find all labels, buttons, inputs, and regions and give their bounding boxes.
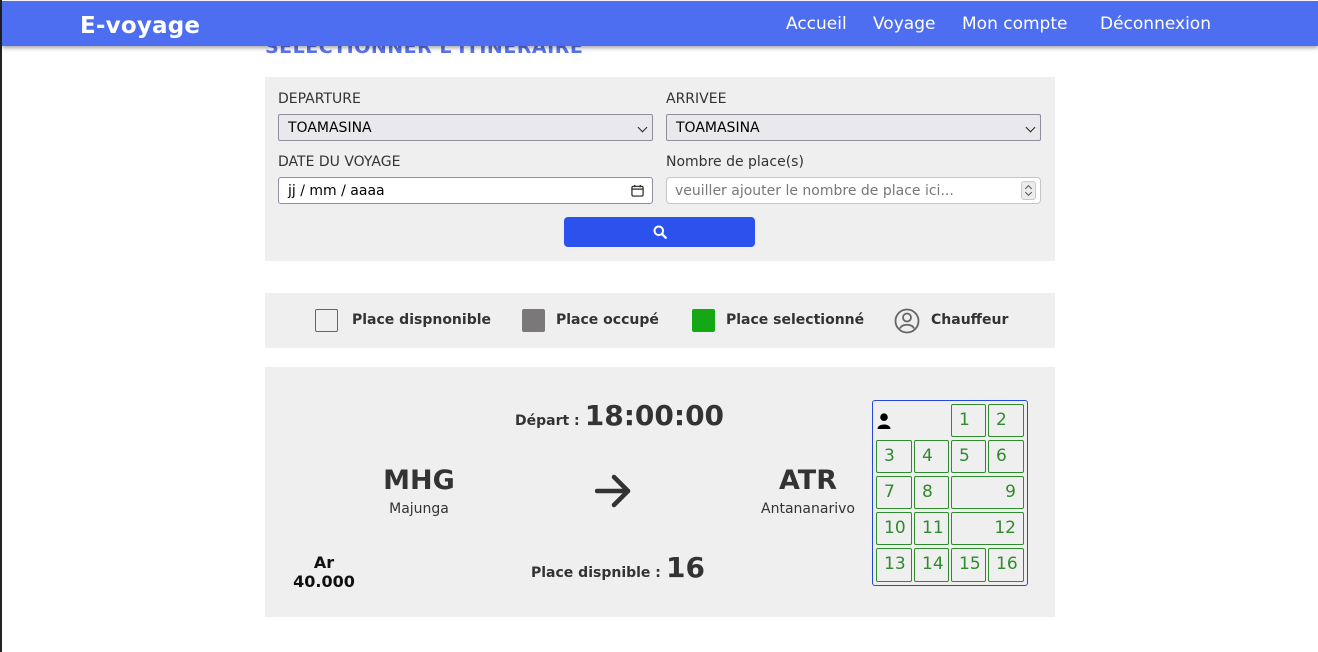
depart-label: Départ : [515,413,580,429]
available-swatch [315,309,338,332]
seat-16[interactable]: 16 [988,548,1024,582]
seat-14[interactable]: 14 [914,548,949,582]
departure-select[interactable]: TOAMASINA [278,114,653,141]
seat-7[interactable]: 7 [876,476,912,509]
depart-time: 18:00:00 [584,399,725,432]
from-city: Majunga [389,501,449,517]
driver-circle-icon [894,308,920,334]
places-label: Nombre de place(s) [666,154,804,170]
from-code: MHG [383,465,455,496]
arrow-right-icon [595,474,631,508]
date-input[interactable]: jj / mm / aaaa [278,177,653,204]
search-icon [653,225,667,239]
seat-map: 1 2 3 4 5 6 7 8 9 10 11 12 13 14 15 16 [872,400,1028,586]
date-label: DATE DU VOYAGE [278,154,401,170]
places-input[interactable]: veuiller ajouter le nombre de place ici.… [666,177,1041,204]
search-form: DEPARTURE TOAMASINA ARRIVEE TOAMASINA DA… [265,77,1055,261]
to-code: ATR [778,465,837,496]
legend-driver-label: Chauffeur [931,312,1009,328]
date-input-value: jj / mm / aaaa [288,183,385,199]
places-available-count: 16 [666,551,705,584]
nav-link-voyage[interactable]: Voyage [873,14,935,34]
price-amount: 40.000 [293,572,355,591]
seat-5[interactable]: 5 [951,440,986,473]
nav-link-mon-compte[interactable]: Mon compte [962,14,1067,34]
nav-link-accueil[interactable]: Accueil [786,14,847,34]
search-button[interactable] [564,217,755,247]
seat-8[interactable]: 8 [914,476,949,509]
arrival-label: ARRIVEE [666,91,727,107]
chevron-down-icon [1025,122,1036,133]
seat-4[interactable]: 4 [914,440,949,473]
seat-1[interactable]: 1 [951,404,986,437]
chevron-down-icon [1024,188,1033,197]
driver-icon [877,413,891,429]
legend-available-label: Place dispnonible [352,312,492,328]
arrival-select[interactable]: TOAMASINA [666,114,1041,141]
to-city: Antananarivo [761,501,855,517]
seat-2[interactable]: 2 [988,404,1024,437]
seat-15[interactable]: 15 [951,548,986,582]
seat-legend: Place dispnonible Place occupé Place sel… [265,293,1055,348]
legend-selected-label: Place selectionné [726,312,865,328]
seat-9[interactable]: 9 [951,476,1024,509]
places-available-label: Place dispnible : [531,565,661,581]
nav-link-deconnexion[interactable]: Déconnexion [1100,14,1211,34]
places-input-placeholder: veuiller ajouter le nombre de place ici.… [675,183,954,199]
number-spinner[interactable] [1021,181,1036,200]
departure-label: DEPARTURE [278,91,361,107]
departure-time-line: Départ : 18:00:00 [515,399,724,432]
departure-select-value: TOAMASINA [288,120,372,136]
seat-3[interactable]: 3 [876,440,912,473]
seat-6[interactable]: 6 [988,440,1024,473]
seat-10[interactable]: 10 [876,512,912,545]
calendar-icon[interactable] [631,184,644,197]
seat-13[interactable]: 13 [876,548,912,582]
available-places-line: Place dispnible : 16 [531,551,705,584]
price-currency: Ar [313,553,335,572]
arrival-select-value: TOAMASINA [676,120,760,136]
legend-occupied-label: Place occupé [556,312,659,328]
window-edge [0,0,2,652]
seat-11[interactable]: 11 [914,512,949,545]
trip-card[interactable]: Départ : 18:00:00 MHG Majunga ATR Antana… [265,367,1055,617]
chevron-down-icon [637,122,648,133]
brand-logo[interactable]: E-voyage [80,13,200,39]
top-navbar: E-voyage Accueil Voyage Mon compte Décon… [2,1,1318,46]
occupied-swatch [522,309,545,332]
seat-12[interactable]: 12 [951,512,1024,545]
selected-swatch [692,309,715,332]
